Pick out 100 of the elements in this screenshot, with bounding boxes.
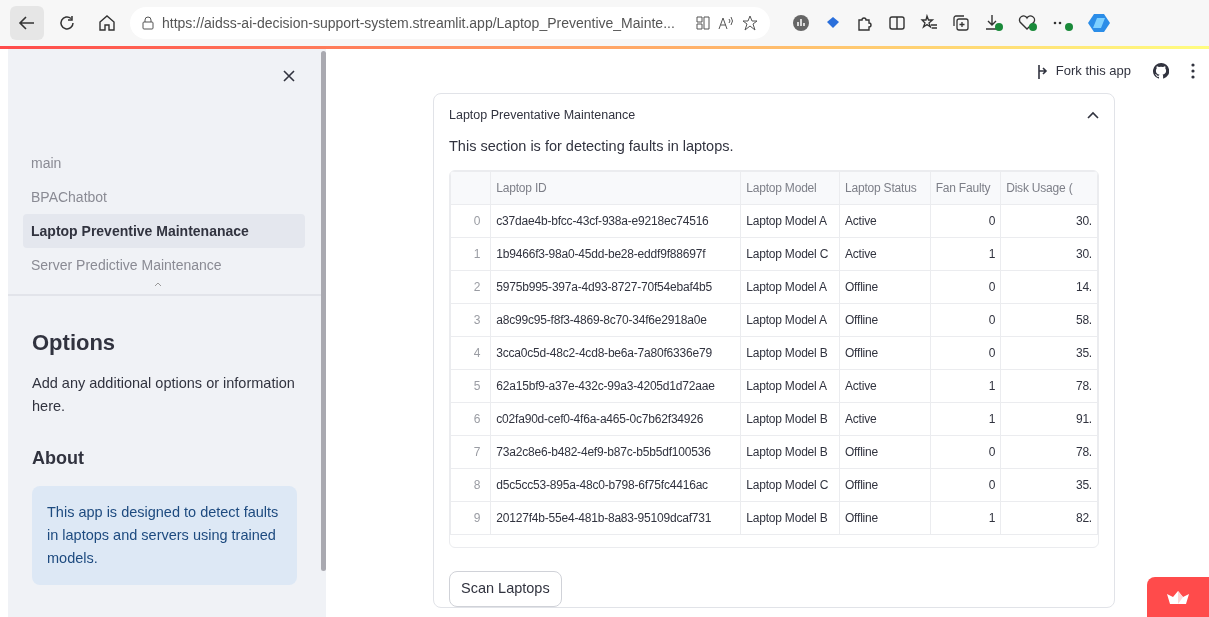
table-cell: Active [844,246,877,261]
nav-link[interactable]: Laptop Preventive Maintenanace [23,214,305,248]
back-icon [18,14,36,32]
table-cell: Active [844,213,877,228]
table-cell: a8c99c95-f8f3-4869-8c70-34f6e2918a0e [496,312,707,327]
table-cell: 78. [1075,378,1092,393]
table-cell: c37dae4b-bfcc-43cf-938a-e9218ec74516 [496,213,709,228]
nav-link[interactable]: BPAChatbot [23,180,305,214]
download-icon[interactable] [984,14,1004,32]
table-cell: 0 [988,345,996,360]
table-cell: 62a15bf9-a37e-432c-99a3-4205d1d72aae [496,378,715,393]
grid-icon [696,16,710,30]
table-cell: 14. [1075,279,1092,294]
scan-button[interactable]: Scan Laptops [449,570,562,607]
table-cell: 30. [1075,246,1092,261]
section-heading: Options [32,330,117,357]
lock-icon [142,16,154,30]
nav-link[interactable]: Server Predictive Maintenance [23,248,305,282]
options-text: Add any additional options or information here. [32,374,296,417]
collapse-icon[interactable] [154,282,162,287]
table-cell: Offline [844,312,879,327]
star-icon [742,15,758,31]
table-cell: Laptop Model A [746,279,827,294]
row-index: 1 [473,246,481,261]
table-cell: Active [844,411,877,426]
table-cell: c02fa90d-cef0-4f6a-a465-0c7b62f34926 [496,411,704,426]
table-cell: 3cca0c5d-48c2-4cd8-be6a-7a80f6336e79 [496,345,712,360]
puzzle-icon[interactable] [856,14,874,32]
table-cell: 1 [988,246,996,261]
scrollbar[interactable] [321,51,326,571]
table-cell: Laptop Model B [746,510,828,525]
github-icon[interactable] [1153,63,1169,79]
table-cell: Laptop Model A [746,312,827,327]
back-button[interactable] [10,6,44,40]
heart-icon[interactable] [1018,14,1038,32]
table-cell: 35. [1075,345,1092,360]
nav-link[interactable]: main [23,146,305,180]
row-index: 3 [473,312,481,327]
table-cell: 1 [988,378,996,393]
info-box: This app is designed to detect faults in laptops and servers using trained models. [32,486,297,585]
table-cell: Laptop Model B [746,345,828,360]
table-cell: Laptop Model C [746,477,829,492]
table-cell: 30. [1075,213,1092,228]
close-icon [282,69,296,83]
chevron-icon[interactable] [1087,111,1099,119]
table-cell: Offline [844,279,879,294]
table-cell: 1 [988,510,996,525]
chart-icon[interactable] [792,14,810,32]
url-text: https://aidss-ai-decision-support-system.streamlit.app/Laptop_Preventive_Mainte... [162,13,676,33]
crown-icon [1166,590,1190,604]
table-cell: 5975b995-397a-4d93-8727-70f54ebaf4b5 [496,279,712,294]
table-cell: 0 [988,477,996,492]
split-screen-icon[interactable] [888,14,906,32]
refresh-icon [58,14,76,32]
table-cell: 0 [988,312,996,327]
row-index: 4 [473,345,481,360]
table-cell: 82. [1075,510,1092,525]
table-cell: Offline [844,510,879,525]
fork-icon [1035,63,1048,79]
section-heading: About [32,448,85,470]
table-cell: 1b9466f3-98a0-45dd-be28-eddf9f88697f [496,246,706,261]
copilot-icon[interactable] [1088,12,1112,34]
table-cell: Active [844,378,877,393]
table-cell: 35. [1075,477,1092,492]
favorites-icon[interactable] [920,14,938,32]
table-cell: Offline [844,477,879,492]
home-icon [98,14,116,32]
expander-title[interactable]: Laptop Preventative Maintenance [449,105,636,125]
row-index: 9 [473,510,481,525]
collections-icon[interactable] [952,14,970,32]
table-cell: 91. [1075,411,1092,426]
menu-icon[interactable] [1191,63,1195,79]
table-cell: 78. [1075,444,1092,459]
table-cell: Offline [844,444,879,459]
row-index: 8 [473,477,481,492]
table-cell: 58. [1075,312,1092,327]
row-index: 2 [473,279,481,294]
table-cell: 20127f4b-55e4-481b-8a83-95109dcaf731 [496,510,712,525]
table-cell: Laptop Model A [746,213,827,228]
table-cell: 0 [988,213,996,228]
address-bar[interactable]: https://aidss-ai-decision-support-system.streamlit.app/Laptop_Preventive_Mainte... [130,7,770,39]
read-aloud-icon [718,16,734,30]
row-index: 6 [473,411,481,426]
table-cell: d5c5cc53-895a-48c0-b798-6f75fc4416ac [496,477,708,492]
table-cell: 0 [988,279,996,294]
streamlit-badge[interactable] [1147,577,1209,617]
table-cell: Offline [844,345,879,360]
table-cell: 0 [988,444,996,459]
table-cell: Laptop Model A [746,378,827,393]
table-cell: Laptop Model B [746,444,828,459]
row-index: 5 [473,378,481,393]
table-cell: 1 [988,411,996,426]
row-index: 0 [473,213,481,228]
table-cell: Laptop Model B [746,411,828,426]
fork-link[interactable]: Fork this app [1035,61,1131,81]
row-index: 7 [473,444,481,459]
table-cell: 73a2c8e6-b482-4ef9-b87c-b5b5df100536 [496,444,711,459]
description-text: This section is for detecting faults in laptops. [449,137,735,156]
table-cell: Laptop Model C [746,246,829,261]
column-header[interactable]: Laptop ID [496,180,547,195]
